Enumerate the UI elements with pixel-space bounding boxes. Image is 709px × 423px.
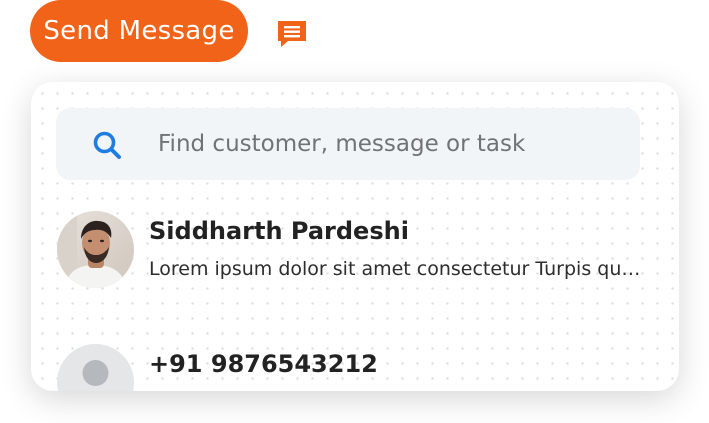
contact-item[interactable]: Siddharth Pardeshi Lorem ipsum dolor sit… [57,211,647,291]
search-bar[interactable] [56,108,640,180]
default-user-avatar-icon [57,344,134,391]
search-panel: Siddharth Pardeshi Lorem ipsum dolor sit… [31,82,679,391]
search-icon [92,130,122,160]
contact-message-preview: Lorem ipsum dolor sit amet consectetur T… [149,258,645,280]
contact-item[interactable]: +91 9876543212 [57,344,647,391]
contact-name: Siddharth Pardeshi [149,217,409,245]
send-message-button[interactable]: Send Message [30,0,248,62]
avatar [57,211,134,288]
chat-icon[interactable] [276,19,308,49]
search-input[interactable] [158,108,628,180]
contact-name: +91 9876543212 [149,350,378,378]
